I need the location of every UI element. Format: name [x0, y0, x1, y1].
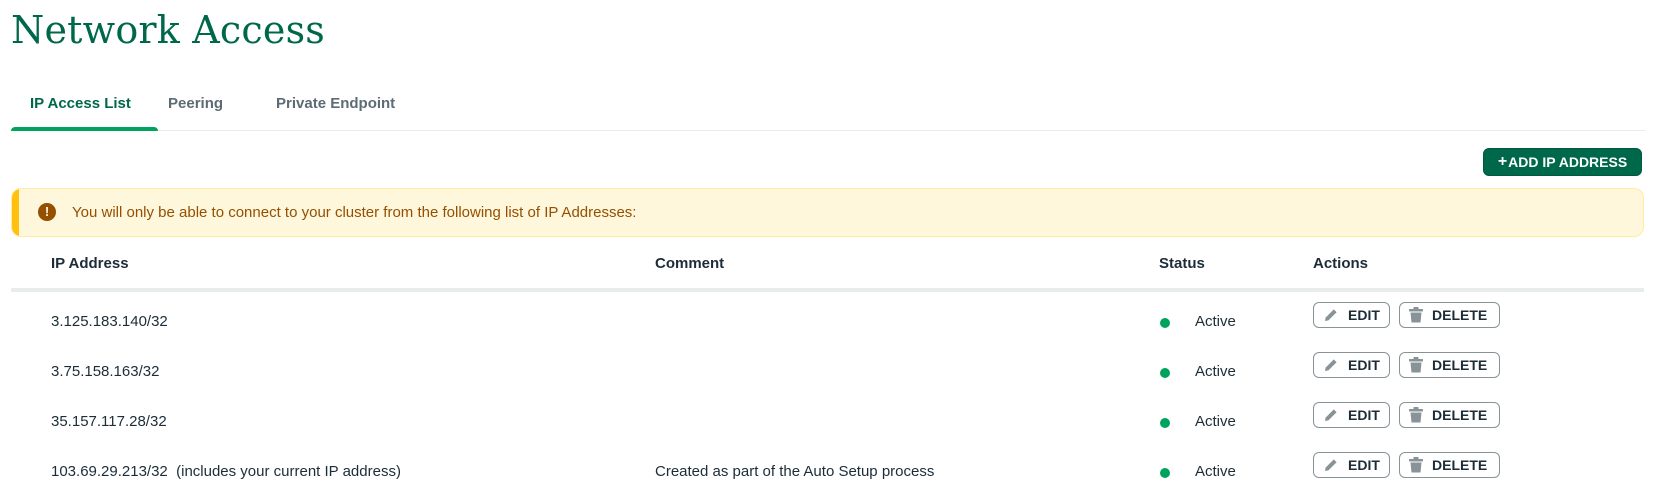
edit-button[interactable]: EDIT [1313, 452, 1390, 478]
trash-icon [1409, 407, 1423, 423]
edit-button[interactable]: EDIT [1313, 352, 1390, 378]
delete-label: DELETE [1432, 307, 1488, 323]
edit-button[interactable]: EDIT [1313, 402, 1390, 428]
status-dot-icon [1160, 418, 1170, 428]
delete-label: DELETE [1432, 407, 1488, 423]
delete-button[interactable]: DELETE [1399, 352, 1500, 378]
tab-bar: IP Access List Peering Private Endpoint [11, 89, 1645, 131]
ip-address-cell: 103.69.29.213/32 (includes your current … [51, 463, 401, 480]
ip-address-cell: 3.125.183.140/32 [51, 313, 168, 330]
column-header-actions: Actions [1313, 255, 1369, 272]
status-cell: Active [1195, 413, 1236, 430]
warning-banner-text: You will only be able to connect to your… [72, 204, 637, 221]
edit-button[interactable]: EDIT [1313, 302, 1390, 328]
status-cell: Active [1195, 363, 1236, 380]
tab-ip-access-list[interactable]: IP Access List [30, 89, 131, 130]
network-access-page: Network Access IP Access List Peering Pr… [0, 0, 1656, 502]
warning-banner: ! You will only be able to connect to yo… [11, 188, 1644, 237]
edit-label: EDIT [1348, 457, 1380, 473]
warning-banner-accent [12, 189, 19, 236]
add-ip-address-button[interactable]: + ADD IP ADDRESS [1483, 148, 1642, 176]
status-dot-icon [1160, 368, 1170, 378]
delete-label: DELETE [1432, 457, 1488, 473]
table-row: 103.69.29.213/32 (includes your current … [11, 448, 1644, 498]
tab-peering[interactable]: Peering [168, 89, 223, 130]
pencil-icon [1325, 309, 1337, 321]
trash-icon [1409, 307, 1423, 323]
tab-private-endpoint[interactable]: Private Endpoint [276, 89, 395, 130]
ip-address-cell: 35.157.117.28/32 [51, 413, 167, 430]
table-row: 3.75.158.163/32 Active EDIT DELETE [11, 348, 1644, 398]
status-dot-icon [1160, 318, 1170, 328]
status-cell: Active [1195, 313, 1236, 330]
delete-button[interactable]: DELETE [1399, 302, 1500, 328]
column-header-status[interactable]: Status [1159, 255, 1205, 272]
pencil-icon [1325, 459, 1337, 471]
trash-icon [1409, 457, 1423, 473]
plus-icon: + [1497, 153, 1508, 170]
edit-label: EDIT [1348, 357, 1380, 373]
ip-address-cell: 3.75.158.163/32 [51, 363, 160, 380]
comment-cell: Created as part of the Auto Setup proces… [655, 463, 935, 480]
edit-label: EDIT [1348, 407, 1380, 423]
delete-button[interactable]: DELETE [1399, 402, 1500, 428]
page-title: Network Access [11, 8, 325, 52]
add-ip-address-label: ADD IP ADDRESS [1508, 154, 1628, 170]
delete-label: DELETE [1432, 357, 1488, 373]
table-header: IP Address Comment Status Actions [11, 250, 1644, 292]
delete-button[interactable]: DELETE [1399, 452, 1500, 478]
active-tab-indicator [11, 127, 158, 131]
column-header-ip-address[interactable]: IP Address [51, 255, 129, 272]
warning-icon: ! [38, 203, 56, 221]
table-row: 35.157.117.28/32 Active EDIT DELETE [11, 398, 1644, 448]
edit-label: EDIT [1348, 307, 1380, 323]
trash-icon [1409, 357, 1423, 373]
pencil-icon [1325, 359, 1337, 371]
status-cell: Active [1195, 463, 1236, 480]
status-dot-icon [1160, 468, 1170, 478]
table-row: 3.125.183.140/32 Active EDIT DELETE [11, 298, 1644, 348]
pencil-icon [1325, 409, 1337, 421]
column-header-comment[interactable]: Comment [655, 255, 724, 272]
